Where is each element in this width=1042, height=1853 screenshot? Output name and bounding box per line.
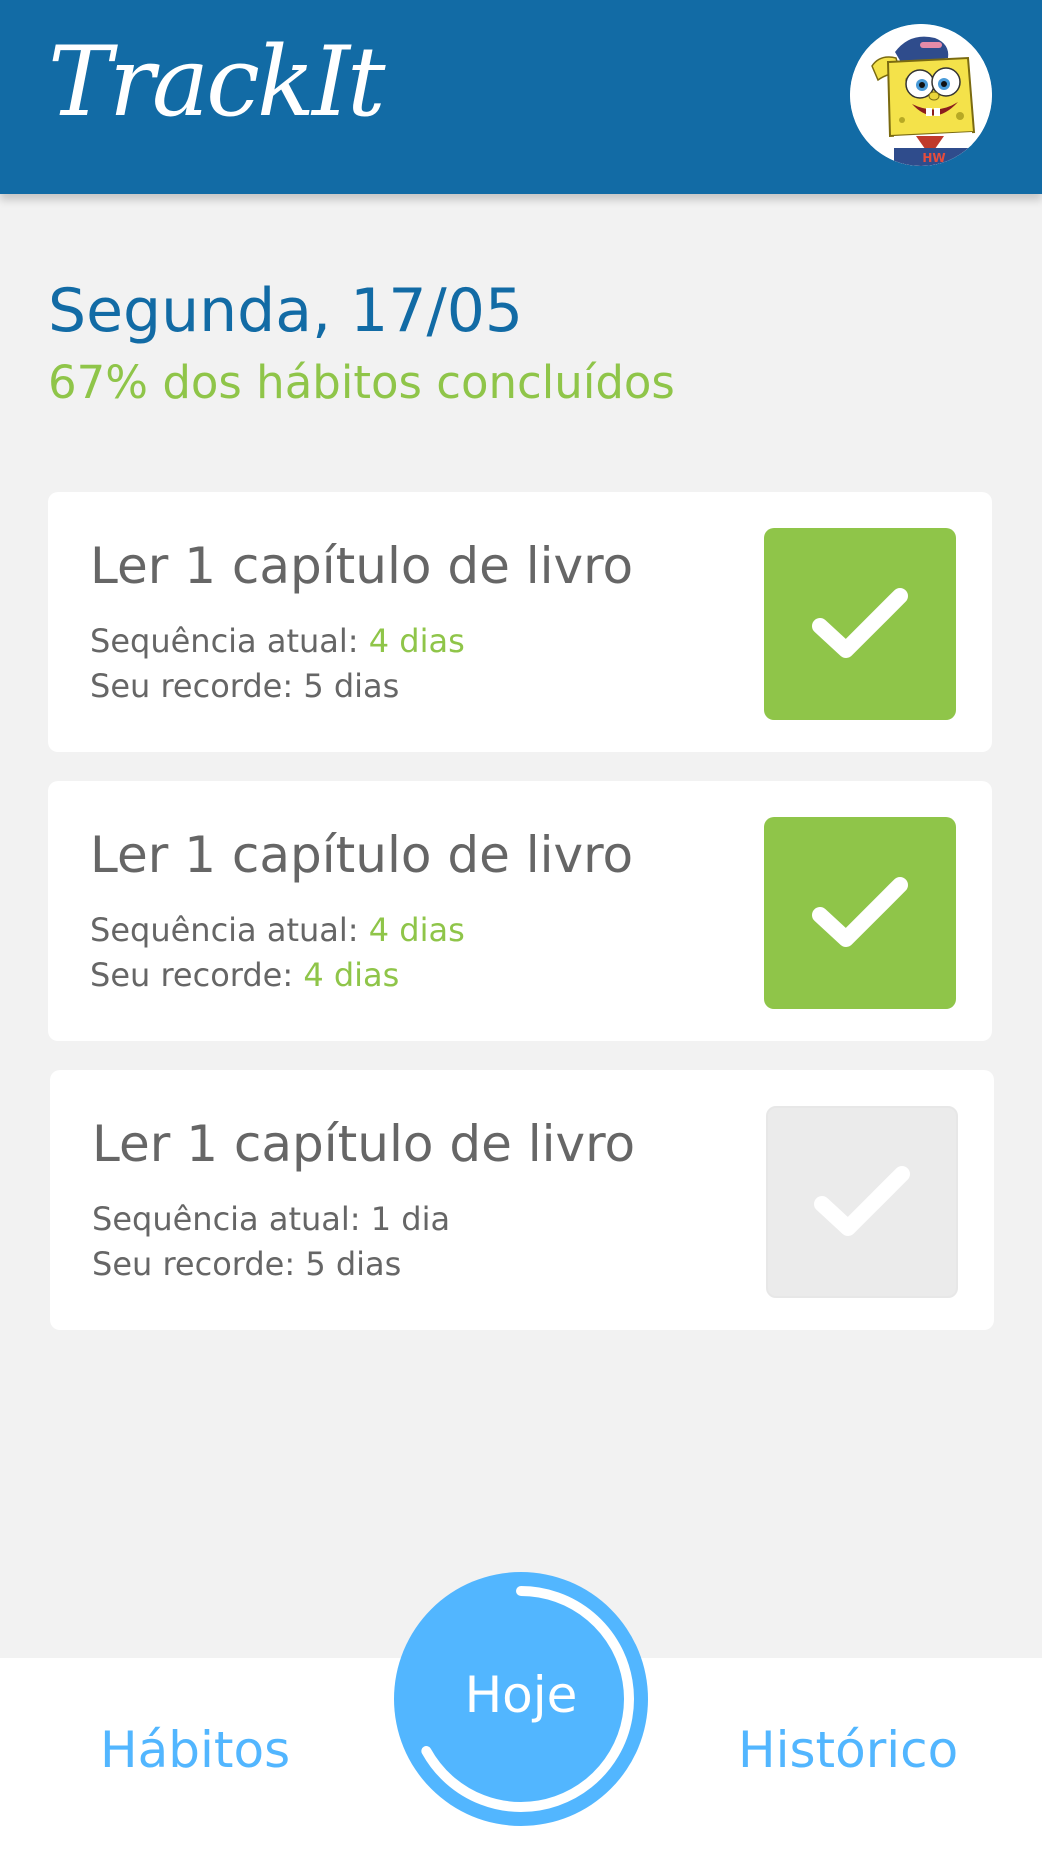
top-bar: TrackIt HW: [0, 0, 1042, 194]
checkmark-icon: [812, 877, 908, 947]
record-streak: Seu recorde: 5 dias: [90, 667, 399, 705]
habit-card: Ler 1 capítulo de livro Sequência atual:…: [50, 1070, 994, 1330]
record-streak-value: 5 dias: [305, 1245, 402, 1283]
svg-text:HW: HW: [922, 151, 945, 165]
current-streak-label: Sequência atual:: [90, 911, 369, 949]
record-streak-label: Seu recorde:: [90, 667, 304, 705]
page-title: Segunda, 17/05: [48, 276, 524, 346]
current-streak-value: 4 dias: [368, 911, 465, 949]
current-streak: Sequência atual: 4 dias: [90, 911, 465, 949]
habit-check-button[interactable]: [766, 1106, 958, 1298]
nav-history-link[interactable]: Histórico: [738, 1720, 958, 1780]
current-streak-label: Sequência atual:: [92, 1200, 371, 1238]
habit-check-button[interactable]: [764, 528, 956, 720]
habit-name: Ler 1 capítulo de livro: [92, 1115, 636, 1173]
habit-name: Ler 1 capítulo de livro: [90, 826, 634, 884]
habit-card: Ler 1 capítulo de livro Sequência atual:…: [48, 492, 992, 752]
record-streak-value: 4 dias: [303, 956, 400, 994]
checkmark-icon: [812, 588, 908, 658]
record-streak: Seu recorde: 5 dias: [92, 1245, 401, 1283]
habit-check-button[interactable]: [764, 817, 956, 1009]
app-logo: TrackIt: [48, 26, 386, 138]
current-streak: Sequência atual: 1 dia: [92, 1200, 450, 1238]
record-streak-value: 5 dias: [303, 667, 400, 705]
current-streak: Sequência atual: 4 dias: [90, 622, 465, 660]
record-streak-label: Seu recorde:: [92, 1245, 306, 1283]
current-streak-label: Sequência atual:: [90, 622, 369, 660]
current-streak-value: 1 dia: [370, 1200, 451, 1238]
nav-today-label: Hoje: [464, 1666, 578, 1724]
checkmark-icon: [814, 1166, 910, 1236]
record-streak-label: Seu recorde:: [90, 956, 304, 994]
nav-habits-link[interactable]: Hábitos: [100, 1720, 290, 1780]
record-streak: Seu recorde: 4 dias: [90, 956, 399, 994]
spongebob-avatar-icon: HW: [850, 24, 992, 166]
current-streak-value: 4 dias: [368, 622, 465, 660]
habit-name: Ler 1 capítulo de livro: [90, 537, 634, 595]
avatar[interactable]: HW: [850, 24, 992, 166]
habit-card: Ler 1 capítulo de livro Sequência atual:…: [48, 781, 992, 1041]
progress-subtitle: 67% dos hábitos concluídos: [48, 356, 675, 409]
today-page: TrackIt HW Segunda, 17/05 67% dos hábito…: [0, 0, 1042, 1853]
